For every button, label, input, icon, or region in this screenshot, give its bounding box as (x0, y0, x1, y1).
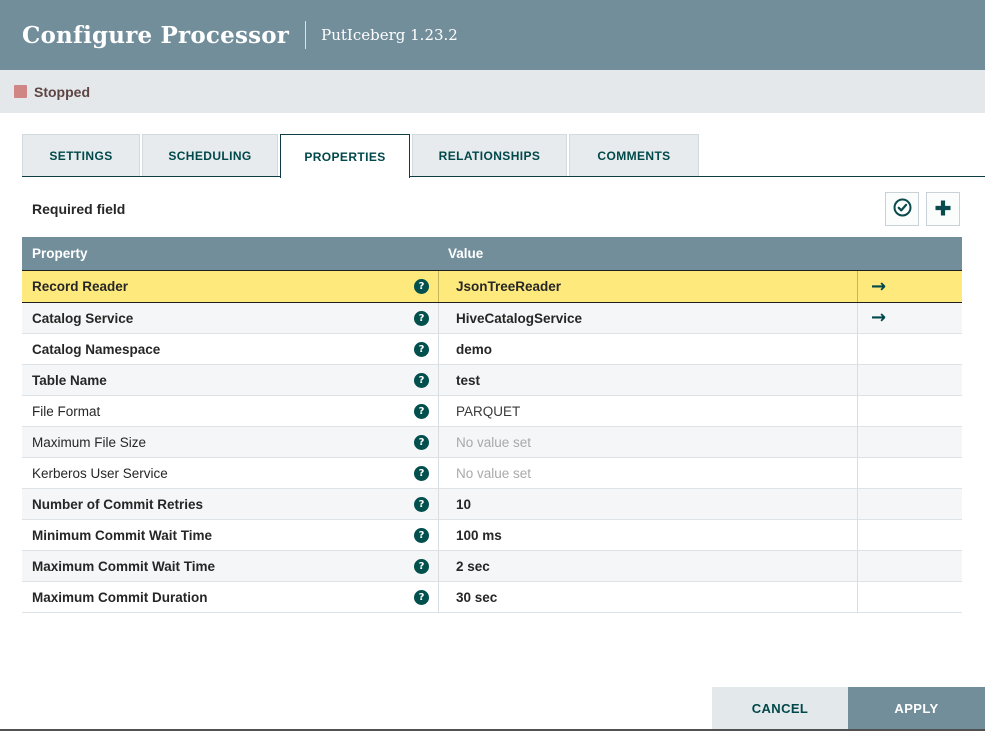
question-circle-icon[interactable]: ? (414, 496, 429, 512)
plus-icon (933, 198, 953, 221)
property-value: demo (456, 341, 493, 357)
property-name: Maximum Commit Duration (32, 589, 208, 605)
property-value: JsonTreeReader (456, 279, 562, 294)
question-circle-icon[interactable]: ? (414, 372, 429, 388)
tab-bar: SETTINGS SCHEDULING PROPERTIES RELATIONS… (22, 134, 985, 178)
apply-button[interactable]: APPLY (848, 687, 985, 729)
property-name: Kerberos User Service (32, 465, 168, 481)
table-row[interactable]: Record Reader ? JsonTreeReader → (22, 270, 962, 303)
table-row[interactable]: Catalog Service ? HiveCatalogService → (22, 303, 962, 334)
verify-properties-button[interactable] (885, 192, 919, 226)
property-value: 10 (456, 496, 472, 512)
table-row[interactable]: Kerberos User Service ? No value set → (22, 458, 962, 489)
tab-comments[interactable]: COMMENTS (569, 134, 699, 176)
add-property-button[interactable] (926, 192, 960, 226)
table-row[interactable]: Catalog Namespace ? demo → (22, 334, 962, 365)
tab-properties[interactable]: PROPERTIES (280, 134, 410, 178)
property-value: No value set (456, 465, 532, 481)
question-circle-icon[interactable]: ? (414, 589, 429, 605)
tab-scheduling[interactable]: SCHEDULING (142, 134, 278, 176)
question-circle-icon[interactable]: ? (414, 558, 429, 574)
go-to-service-icon[interactable]: → (871, 277, 886, 296)
table-row[interactable]: File Format ? PARQUET → (22, 396, 962, 427)
property-value: HiveCatalogService (456, 310, 583, 326)
question-circle-icon[interactable]: ? (414, 310, 429, 326)
property-name: Maximum Commit Wait Time (32, 558, 216, 574)
circle-check-icon (892, 197, 913, 221)
status-bar: Stopped (0, 70, 985, 113)
question-circle-icon[interactable]: ? (414, 434, 429, 450)
property-name: Number of Commit Retries (32, 496, 204, 512)
properties-toolbar (885, 192, 960, 226)
table-row[interactable]: Maximum Commit Duration ? 30 sec → (22, 582, 962, 613)
property-name: Maximum File Size (32, 434, 147, 450)
question-circle-icon[interactable]: ? (414, 279, 429, 294)
go-to-service-icon[interactable]: → (871, 309, 886, 327)
status-label: Stopped (34, 83, 90, 100)
required-field-legend: Required field (32, 201, 126, 217)
question-circle-icon[interactable]: ? (414, 527, 429, 543)
table-body: Record Reader ? JsonTreeReader → Catalog… (22, 270, 962, 613)
property-name: File Format (32, 403, 101, 419)
property-value: No value set (456, 434, 532, 450)
table-row[interactable]: Table Name ? test → (22, 365, 962, 396)
table-header: Property Value (22, 237, 962, 270)
table-row[interactable]: Number of Commit Retries ? 10 → (22, 489, 962, 520)
tab-settings[interactable]: SETTINGS (22, 134, 140, 176)
table-row[interactable]: Minimum Commit Wait Time ? 100 ms → (22, 520, 962, 551)
column-header-property: Property (32, 246, 88, 261)
dialog-footer: CANCEL APPLY (712, 687, 985, 729)
question-circle-icon[interactable]: ? (414, 403, 429, 419)
table-row[interactable]: Maximum Commit Wait Time ? 2 sec → (22, 551, 962, 582)
property-name: Table Name (32, 372, 107, 388)
table-row[interactable]: Maximum File Size ? No value set → (22, 427, 962, 458)
stop-square-icon (14, 85, 27, 98)
property-value: 100 ms (456, 527, 502, 543)
processor-name-version: PutIceberg 1.23.2 (321, 26, 458, 44)
property-value: 30 sec (456, 589, 498, 605)
cancel-button[interactable]: CANCEL (712, 687, 848, 729)
dialog-title: Configure Processor (22, 21, 290, 49)
property-value: test (456, 372, 481, 388)
question-circle-icon[interactable]: ? (414, 341, 429, 357)
property-value: PARQUET (456, 403, 521, 419)
dialog-header: Configure Processor PutIceberg 1.23.2 (0, 0, 985, 70)
property-name: Minimum Commit Wait Time (32, 527, 213, 543)
property-name: Catalog Service (32, 310, 134, 326)
property-value: 2 sec (456, 558, 490, 574)
tab-relationships[interactable]: RELATIONSHIPS (412, 134, 567, 176)
question-circle-icon[interactable]: ? (414, 465, 429, 481)
properties-table: Property Value Record Reader ? JsonTreeR… (22, 237, 962, 613)
configure-processor-dialog: Configure Processor PutIceberg 1.23.2 St… (0, 0, 985, 731)
property-name: Record Reader (32, 279, 129, 294)
title-divider (305, 21, 307, 49)
column-header-value: Value (448, 246, 484, 261)
property-name: Catalog Namespace (32, 341, 161, 357)
